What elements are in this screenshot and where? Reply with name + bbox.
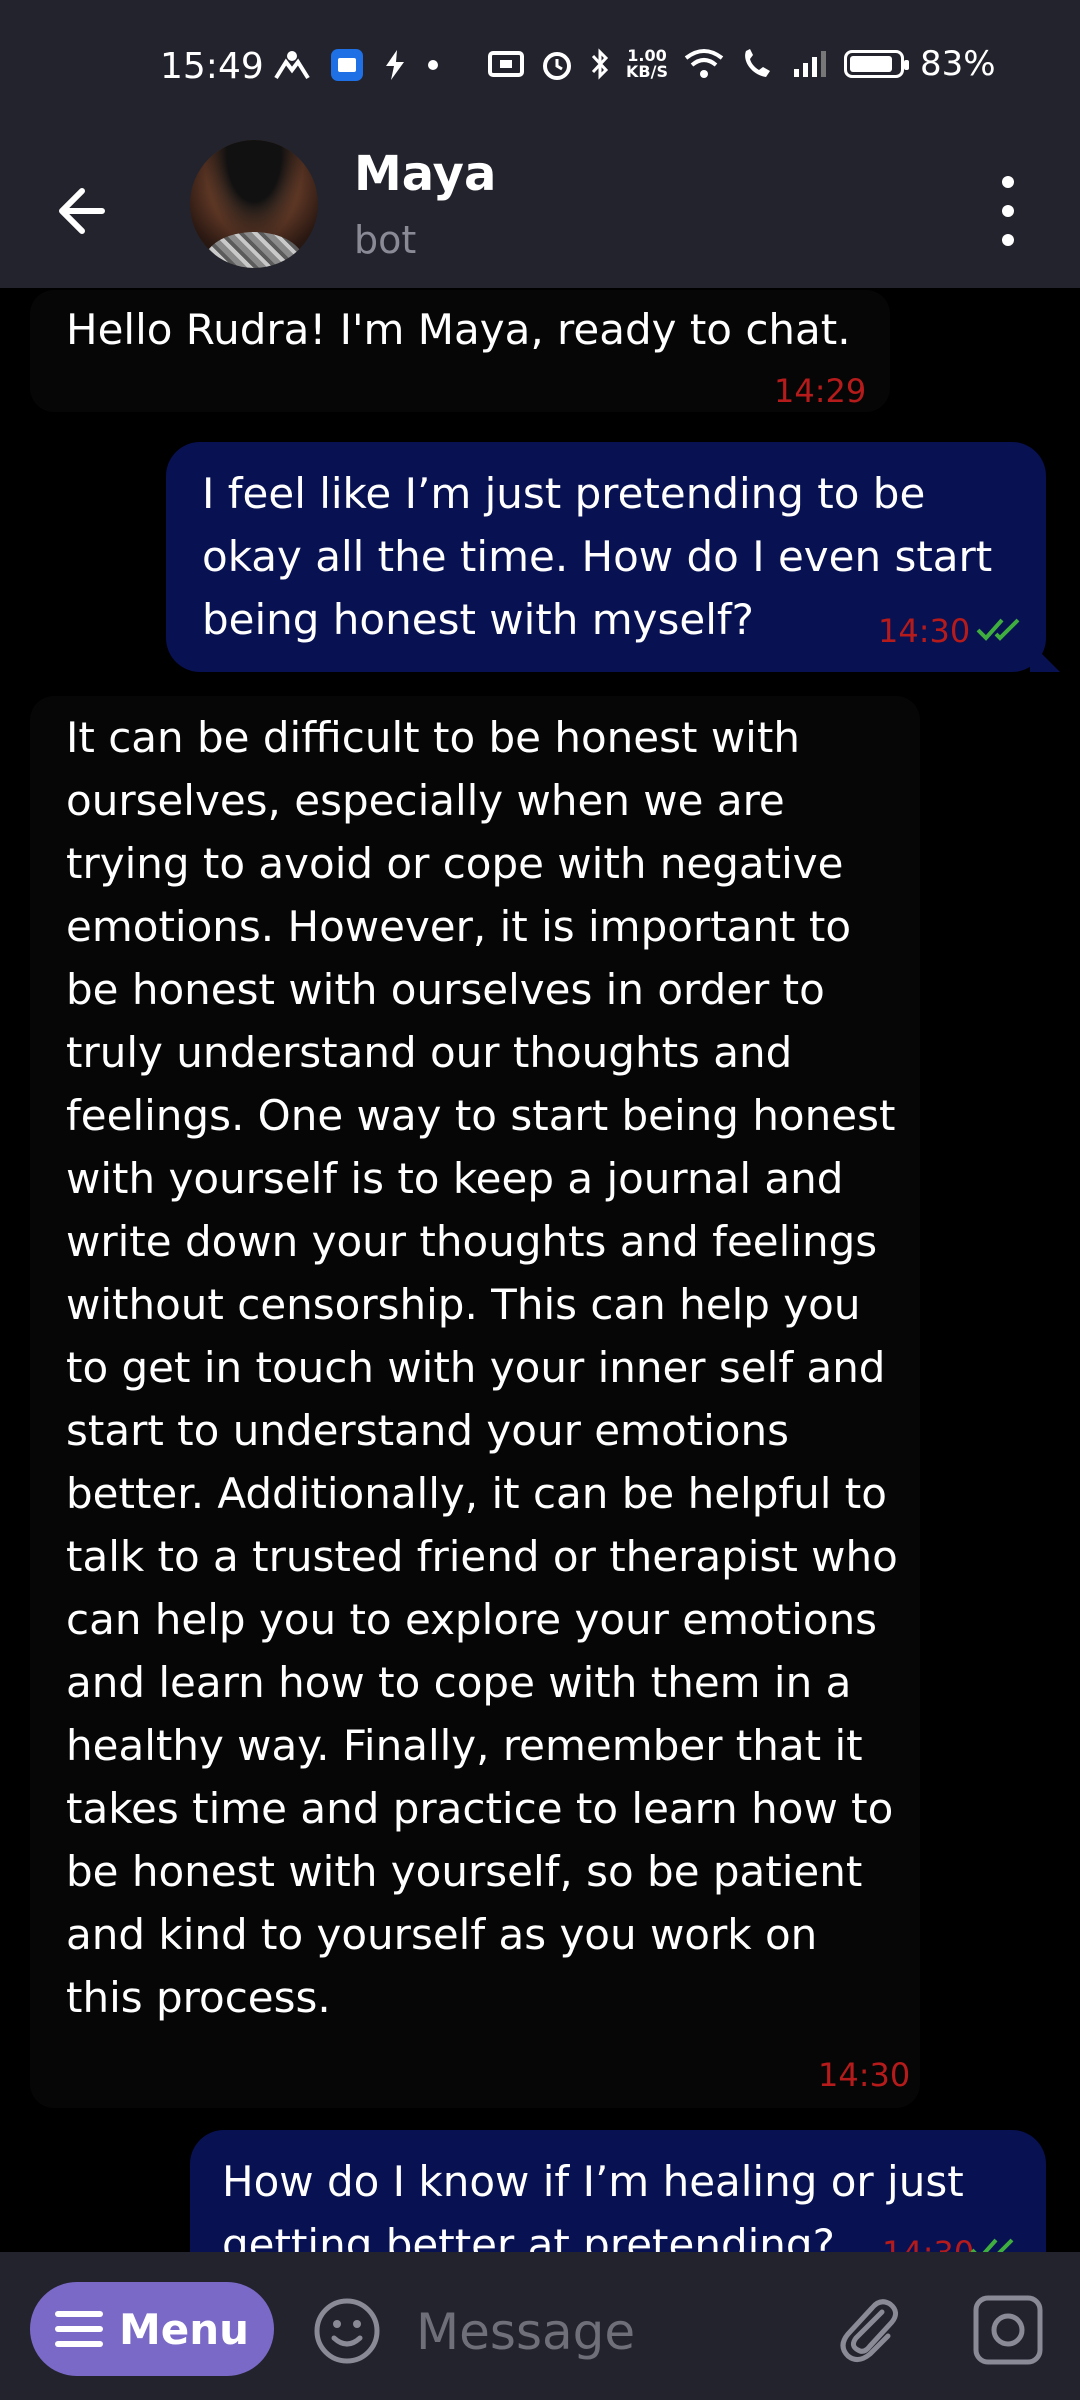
- message-time: 14:30: [818, 2056, 911, 2094]
- message-time: 14:30: [878, 612, 971, 650]
- status-notification-icons: [272, 48, 440, 82]
- hamburger-icon: [54, 2311, 103, 2347]
- status-time: 15:49: [160, 46, 264, 87]
- bolt-icon: [386, 50, 404, 80]
- bluetooth-icon: [591, 48, 609, 80]
- paperclip-icon[interactable]: [830, 2292, 906, 2368]
- more-vertical-icon[interactable]: [990, 176, 1026, 246]
- message-time: 14:29: [774, 372, 867, 410]
- message-bubble-incoming[interactable]: Hello Rudra! I'm Maya, ready to chat. 14…: [30, 290, 890, 412]
- network-speed: 1.00 KB/S: [626, 48, 668, 80]
- message-text: It can be difficult to be honest with ou…: [66, 713, 898, 2022]
- vpn-icon: [274, 51, 310, 80]
- chat-title[interactable]: Maya: [354, 146, 496, 202]
- battery-icon: [843, 50, 909, 78]
- status-system-icons: 1.00 KB/S 83%: [488, 44, 996, 84]
- battery-percent: 83%: [919, 44, 996, 84]
- message-bubble-outgoing[interactable]: I feel like I’m just pretending to be ok…: [166, 442, 1060, 672]
- avatar[interactable]: [190, 140, 318, 268]
- app-notification-icon: [331, 49, 363, 81]
- message-composer: Menu: [0, 2252, 1080, 2400]
- message-input[interactable]: [414, 2286, 798, 2378]
- wifi-calling-icon: [745, 49, 770, 77]
- menu-label: Menu: [118, 2304, 250, 2354]
- camera-icon[interactable]: [970, 2292, 1046, 2368]
- status-bar: 15:49 1.00 KB/S 83%: [0, 0, 1080, 140]
- signal-icon: [793, 51, 826, 77]
- dot-icon: [428, 60, 438, 70]
- menu-button[interactable]: Menu: [30, 2282, 274, 2376]
- message-bubble-incoming[interactable]: It can be difficult to be honest with ou…: [30, 696, 920, 2108]
- chat-subtitle: bot: [354, 218, 417, 262]
- nfc-icon: [488, 51, 524, 77]
- wifi-icon: [684, 49, 724, 78]
- double-check-icon: [976, 618, 1020, 641]
- message-text: Hello Rudra! I'm Maya, ready to chat.: [66, 305, 851, 354]
- network-speed-unit: KB/S: [626, 62, 668, 81]
- emoji-icon[interactable]: [312, 2296, 382, 2366]
- alarm-icon: [543, 52, 571, 80]
- chat-header: Maya bot: [0, 140, 1080, 288]
- back-arrow-icon[interactable]: [50, 176, 120, 246]
